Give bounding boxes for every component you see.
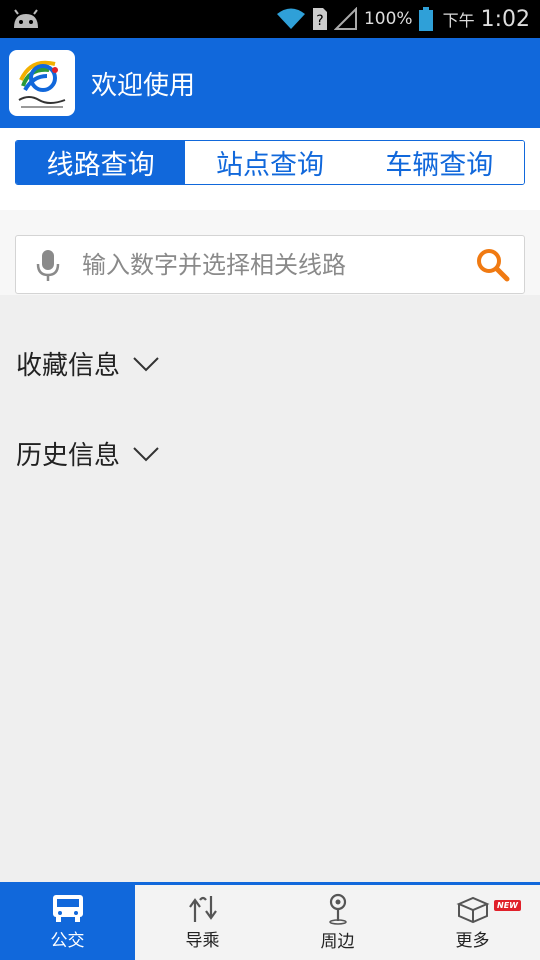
- tab-stop-query[interactable]: 站点查询: [185, 141, 355, 184]
- history-section-header[interactable]: 历史信息: [16, 435, 160, 472]
- app-bar: 欢迎使用: [0, 38, 540, 128]
- svg-text:?: ?: [316, 13, 323, 29]
- nav-label-more: 更多: [455, 931, 490, 951]
- search-box: [15, 235, 525, 294]
- status-bar: ? 100% 下午 1:02: [0, 0, 540, 38]
- bottom-nav: 公交 导乘 周边 NEW 更多: [0, 882, 540, 960]
- wifi-icon: [276, 8, 305, 29]
- battery-icon: [418, 7, 433, 31]
- favorites-label: 收藏信息: [16, 351, 121, 381]
- chevron-down-icon: [133, 356, 159, 371]
- android-icon: [14, 9, 38, 28]
- signal-icon: [333, 7, 357, 30]
- tabs-area: 线路查询 站点查询 车辆查询: [0, 128, 540, 210]
- nav-label-nearby: 周边: [320, 932, 355, 952]
- app-logo: [9, 50, 75, 116]
- nav-item-bus[interactable]: 公交: [0, 885, 135, 960]
- battery-percent: 100%: [363, 9, 413, 29]
- no-sim-icon: ?: [312, 8, 327, 30]
- history-label: 历史信息: [16, 441, 121, 471]
- page-title: 欢迎使用: [91, 71, 196, 101]
- tab-route-query[interactable]: 线路查询: [16, 141, 186, 184]
- nav-label-bus: 公交: [50, 931, 85, 951]
- search-icon[interactable]: [476, 248, 510, 282]
- query-tabs: 线路查询 站点查询 车辆查询: [15, 140, 525, 185]
- nav-item-more[interactable]: NEW 更多: [405, 885, 540, 960]
- new-badge: NEW: [494, 900, 521, 911]
- clock: 1:02: [480, 6, 530, 32]
- nav-label-guide: 导乘: [185, 931, 220, 951]
- location-pin-icon: [328, 893, 347, 925]
- box-icon: [455, 896, 490, 924]
- time-ampm: 下午: [442, 11, 475, 30]
- bus-icon: [52, 895, 83, 922]
- tab-vehicle-query[interactable]: 车辆查询: [354, 141, 524, 184]
- transfer-arrows-icon: [188, 896, 217, 922]
- favorites-section-header[interactable]: 收藏信息: [16, 345, 160, 382]
- nav-item-guide[interactable]: 导乘: [135, 885, 270, 960]
- chevron-down-icon: [133, 446, 159, 461]
- search-area: [0, 210, 540, 295]
- search-input[interactable]: [82, 246, 462, 284]
- nav-item-nearby[interactable]: 周边: [270, 885, 405, 960]
- microphone-icon[interactable]: [36, 249, 60, 283]
